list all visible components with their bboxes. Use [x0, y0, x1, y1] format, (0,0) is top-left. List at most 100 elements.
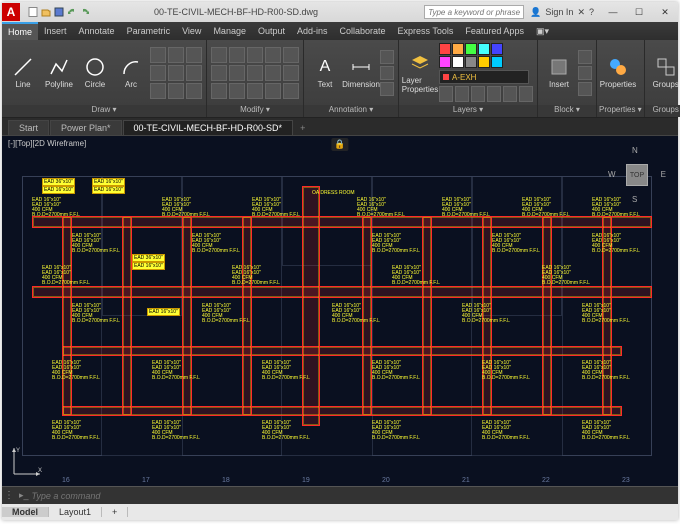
panel-properties: Properties Properties ▾ — [597, 40, 645, 117]
viewcube-south[interactable]: S — [632, 195, 637, 204]
new-doc-button[interactable]: + — [294, 121, 311, 135]
create-block-icon[interactable] — [578, 50, 592, 64]
duct-annotation: EAD 16"x10" EAD 16"x10" 400 CFM B.O.D=27… — [582, 421, 630, 441]
viewcube-north[interactable]: N — [632, 146, 638, 155]
properties-button[interactable]: Properties — [601, 43, 635, 103]
maximize-button[interactable]: ☐ — [626, 3, 652, 21]
tab-overflow-icon[interactable]: ▣▾ — [530, 22, 555, 40]
viewcube-east[interactable]: E — [661, 170, 666, 179]
window-controls: — ☐ ✕ — [600, 3, 678, 21]
draw-flyout-grid[interactable] — [150, 47, 202, 99]
duct-annotation: EAD 16"x10" EAD 16"x10" 400 CFM B.O.D=27… — [202, 304, 250, 324]
panel-annotation: AText Dimension Annotation ▾ — [304, 40, 399, 117]
duct-annotation: EAD 16"x10" EAD 16"x10" 400 CFM B.O.D=27… — [372, 421, 420, 441]
leader-icon[interactable] — [380, 50, 394, 64]
viewcube-west[interactable]: W — [608, 170, 616, 179]
help-search-input[interactable] — [424, 5, 524, 19]
circle-button[interactable]: Circle — [78, 43, 112, 103]
text-button[interactable]: AText — [308, 43, 342, 103]
panel-block: Insert Block ▾ — [538, 40, 597, 117]
tab-manage[interactable]: Manage — [207, 22, 252, 40]
viewcube-face[interactable]: TOP — [626, 164, 648, 186]
tab-express[interactable]: Express Tools — [392, 22, 460, 40]
line-button[interactable]: Line — [6, 43, 40, 103]
duct-annotation: EAD 16"x10" EAD 16"x10" 400 CFM B.O.D=27… — [162, 198, 210, 218]
document-tabs: Start Power Plan* 00-TE-CIVIL-MECH-BF-HD… — [2, 118, 678, 136]
duct-annotation: EAD 16"x10" EAD 16"x10" 400 CFM B.O.D=27… — [482, 361, 530, 381]
undo-icon[interactable] — [67, 7, 77, 17]
modify-grid[interactable] — [211, 47, 299, 99]
viewcube[interactable]: TOP N S E W — [608, 146, 666, 204]
equipment-tag: EAD 16"x10" — [92, 186, 125, 194]
exchange-icon[interactable]: ✕ — [577, 7, 585, 18]
new-icon[interactable] — [28, 7, 38, 17]
groups-button[interactable]: Groups — [649, 43, 680, 103]
cmdline-handle[interactable]: ⋮ — [2, 490, 16, 501]
ucs-icon[interactable]: XY — [10, 444, 44, 478]
sign-in-link[interactable]: Sign In — [545, 7, 573, 17]
redo-icon[interactable] — [80, 7, 90, 17]
panel-title[interactable]: Groups — [645, 105, 680, 117]
panel-draw: Line Polyline Circle Arc Draw ▾ — [2, 40, 207, 117]
command-input[interactable] — [32, 491, 292, 501]
doc-tab-start[interactable]: Start — [8, 120, 49, 135]
arc-button[interactable]: Arc — [114, 43, 148, 103]
dimension-button[interactable]: Dimension — [344, 43, 378, 103]
user-icon[interactable]: 👤 — [530, 7, 541, 18]
edit-attr-icon[interactable] — [578, 82, 592, 96]
duct-annotation: EAD 16"x10" EAD 16"x10" 400 CFM B.O.D=27… — [582, 361, 630, 381]
layer-dropdown[interactable]: A-EXH — [439, 70, 529, 84]
cmdline-chevron-icon[interactable]: ▸_ — [16, 490, 32, 501]
tab-addins[interactable]: Add-ins — [291, 22, 334, 40]
layout-tab-layout1[interactable]: Layout1 — [49, 507, 102, 517]
layer-properties-button[interactable]: Layer Properties — [403, 43, 437, 103]
tab-featured[interactable]: Featured Apps — [459, 22, 530, 40]
panel-groups: Groups Groups — [645, 40, 680, 117]
user-area: 👤 Sign In ✕ ? — [524, 7, 600, 18]
polyline-button[interactable]: Polyline — [42, 43, 76, 103]
panel-title[interactable]: Annotation ▾ — [304, 105, 398, 117]
tab-collaborate[interactable]: Collaborate — [334, 22, 392, 40]
grid-label: 23 — [622, 477, 630, 484]
tab-view[interactable]: View — [176, 22, 207, 40]
layer-color-swatch[interactable] — [439, 43, 533, 68]
duct-annotation: EAD 16"x10" EAD 16"x10" 400 CFM B.O.D=27… — [392, 266, 440, 286]
layout-tab-add[interactable]: + — [102, 507, 128, 517]
duct-annotation: EAD 16"x10" EAD 16"x10" 400 CFM B.O.D=27… — [522, 198, 570, 218]
open-icon[interactable] — [41, 7, 51, 17]
quick-access-toolbar — [24, 7, 94, 17]
insert-block-button[interactable]: Insert — [542, 43, 576, 103]
minimize-button[interactable]: — — [600, 3, 626, 21]
viewport-lock-icon[interactable]: 🔒 — [331, 138, 348, 151]
app-menu-button[interactable]: A — [2, 3, 20, 21]
layer-tools-grid[interactable] — [439, 86, 533, 102]
duct-annotation: EAD 16"x10" EAD 16"x10" 400 CFM B.O.D=27… — [52, 361, 100, 381]
doc-tab-powerplan[interactable]: Power Plan* — [50, 120, 122, 135]
layout-tab-model[interactable]: Model — [2, 507, 49, 517]
equipment-tag: EAD 36"x10" — [132, 254, 165, 262]
mtext-icon[interactable] — [380, 82, 394, 96]
doc-tab-current[interactable]: 00-TE-CIVIL-MECH-BF-HD-R00-SD* — [123, 120, 294, 135]
duct-annotation: EAD 16"x10" EAD 16"x10" 400 CFM B.O.D=27… — [42, 266, 90, 286]
table-icon[interactable] — [380, 66, 394, 80]
drawing-viewport[interactable]: [-][Top][2D Wireframe] 🔒 TOP N S E W — [2, 136, 678, 486]
panel-title[interactable]: Modify ▾ — [207, 105, 303, 117]
grid-label: 22 — [542, 477, 550, 484]
tab-output[interactable]: Output — [252, 22, 291, 40]
panel-title[interactable]: Properties ▾ — [597, 105, 644, 117]
tab-insert[interactable]: Insert — [38, 22, 73, 40]
tab-parametric[interactable]: Parametric — [121, 22, 177, 40]
close-button[interactable]: ✕ — [652, 3, 678, 21]
edit-block-icon[interactable] — [578, 66, 592, 80]
duct-annotation: EAD 16"x10" EAD 16"x10" 400 CFM B.O.D=27… — [482, 421, 530, 441]
panel-modify: Modify ▾ — [207, 40, 304, 117]
panel-title[interactable]: Layers ▾ — [399, 105, 537, 117]
save-icon[interactable] — [54, 7, 64, 17]
tab-annotate[interactable]: Annotate — [73, 22, 121, 40]
panel-title[interactable]: Block ▾ — [538, 105, 596, 117]
ribbon-tabs: Home Insert Annotate Parametric View Man… — [2, 22, 678, 40]
tab-home[interactable]: Home — [2, 22, 38, 40]
help-icon[interactable]: ? — [589, 7, 594, 17]
viewport-label[interactable]: [-][Top][2D Wireframe] — [8, 139, 86, 148]
panel-title[interactable]: Draw ▾ — [2, 105, 206, 117]
